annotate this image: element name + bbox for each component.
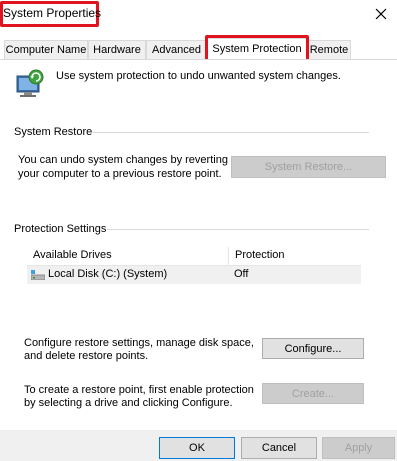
system-restore-text-line1: You can undo system changes by reverting	[18, 154, 228, 166]
create-text-line1: To create a restore point, first enable …	[24, 384, 254, 396]
protection-settings-heading: Protection Settings	[14, 223, 107, 235]
tab-panel	[0, 59, 397, 427]
drive-protection-status: Off	[234, 268, 249, 280]
drives-table-header: Available Drives Protection	[27, 247, 361, 266]
close-button[interactable]	[371, 4, 391, 24]
system-restore-text-line2: your computer to a previous restore poin…	[18, 168, 222, 180]
button-label: OK	[189, 442, 205, 454]
close-icon	[375, 8, 387, 20]
window-title: System Properties	[3, 6, 102, 20]
drive-name: Local Disk (C:) (System)	[48, 268, 168, 280]
create-text-line2: by selecting a drive and clicking Config…	[24, 397, 233, 409]
button-label: Create...	[291, 387, 335, 400]
group-divider	[92, 132, 369, 133]
column-header-available-drives[interactable]: Available Drives	[33, 249, 112, 261]
create-button[interactable]: Create...	[262, 383, 364, 404]
tab-label: Computer Name	[5, 44, 87, 56]
tab-hardware[interactable]: Hardware	[88, 40, 146, 59]
title-bar: System Properties	[0, 0, 397, 28]
button-label: Cancel	[261, 442, 297, 454]
group-divider	[107, 229, 369, 230]
tab-label: Hardware	[93, 44, 141, 56]
configure-text-line1: Configure restore settings, manage disk …	[24, 337, 254, 349]
column-header-protection[interactable]: Protection	[235, 249, 285, 261]
ok-button[interactable]: OK	[159, 437, 235, 459]
tab-label: Remote	[309, 44, 349, 56]
tab-strip: Computer Name Hardware Advanced System P…	[0, 38, 397, 60]
system-protection-icon	[14, 68, 44, 100]
system-restore-button[interactable]: System Restore...	[231, 156, 386, 178]
configure-button[interactable]: Configure...	[262, 338, 364, 359]
configure-text-line2: and delete restore points.	[24, 350, 149, 362]
button-label: Configure...	[284, 342, 342, 355]
intro-text: Use system protection to undo unwanted s…	[56, 70, 341, 82]
button-label: System Restore...	[264, 161, 353, 173]
table-row[interactable]: Local Disk (C:) (System) Off	[27, 266, 361, 284]
tab-computer-name[interactable]: Computer Name	[4, 40, 88, 59]
tab-label: Advanced	[152, 44, 201, 56]
column-separator	[228, 247, 229, 265]
cancel-button[interactable]: Cancel	[241, 437, 317, 459]
apply-button[interactable]: Apply	[322, 437, 395, 459]
button-label: Apply	[344, 442, 373, 454]
drive-icon	[30, 270, 46, 281]
tab-remote[interactable]: Remote	[307, 40, 351, 59]
system-restore-heading: System Restore	[14, 126, 93, 138]
tab-advanced[interactable]: Advanced	[146, 40, 207, 59]
